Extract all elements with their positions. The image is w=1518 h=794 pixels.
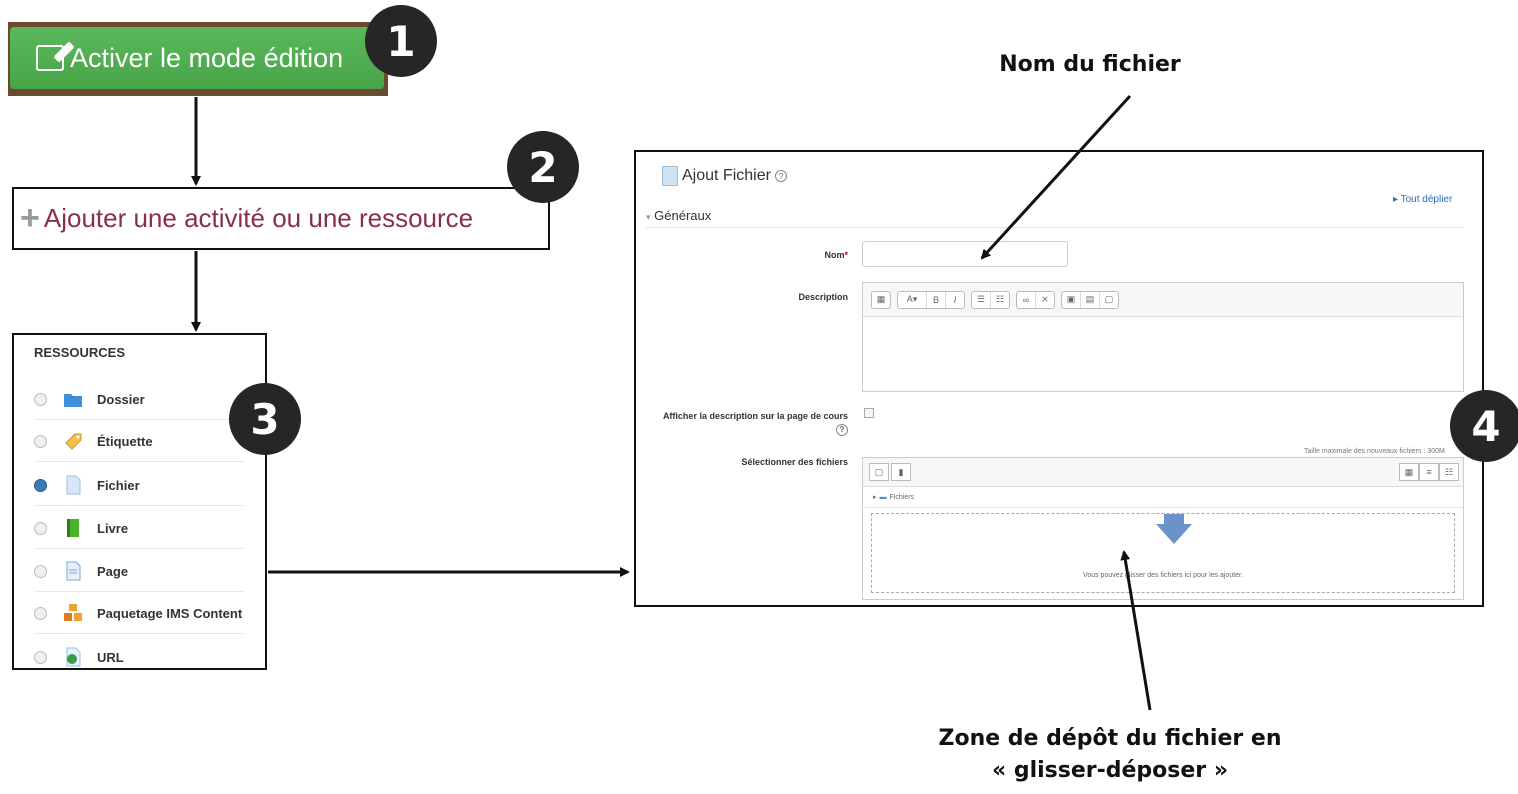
- arrow-to-name-field: [980, 94, 1132, 260]
- flow-arrows: [191, 94, 1152, 711]
- arrow-to-drop-zone: [1120, 550, 1152, 711]
